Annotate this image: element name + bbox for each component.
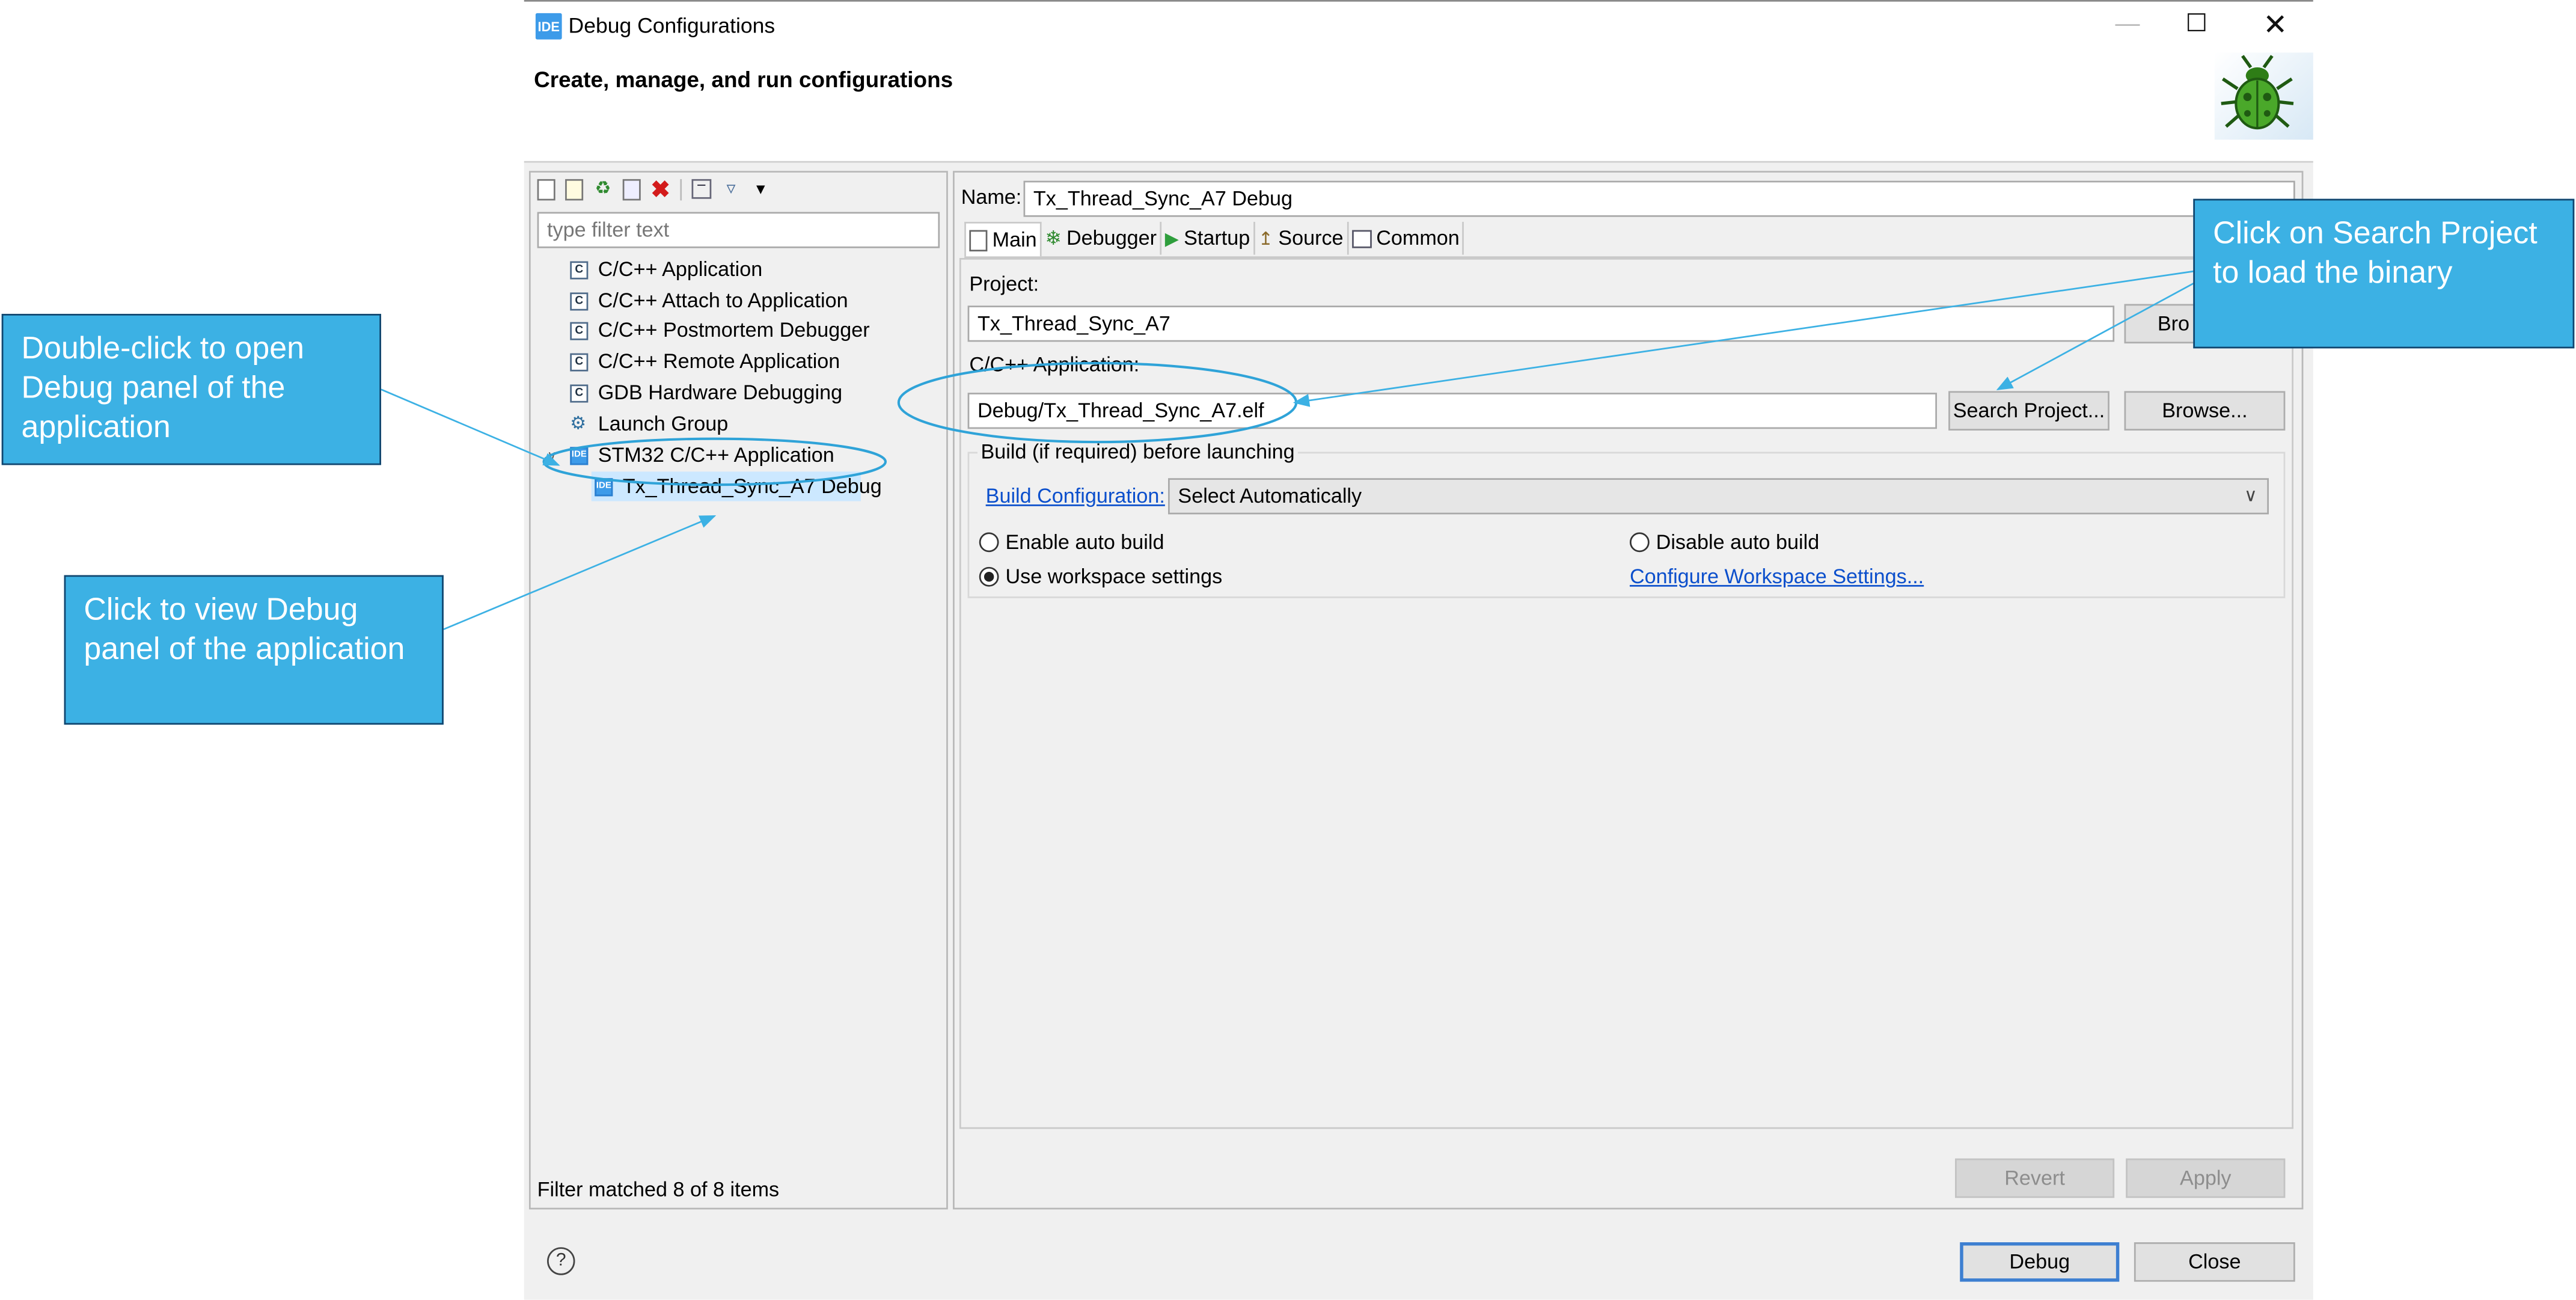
arrow-to-app-field	[1293, 270, 2195, 407]
arrow-to-debug-item	[443, 515, 717, 630]
arrow-to-search-project	[1996, 281, 2195, 390]
callout-double-click: Double-click to open Debug panel of the …	[1, 313, 382, 465]
arrow-to-stm32-item	[381, 388, 560, 466]
highlight-ellipse-stm32	[542, 437, 887, 486]
callout-search-project: Click on Search Project to load the bina…	[2193, 198, 2575, 349]
callout-click-to-view: Click to view Debug panel of the applica…	[64, 575, 444, 725]
highlight-ellipse-app-field	[897, 361, 1298, 444]
